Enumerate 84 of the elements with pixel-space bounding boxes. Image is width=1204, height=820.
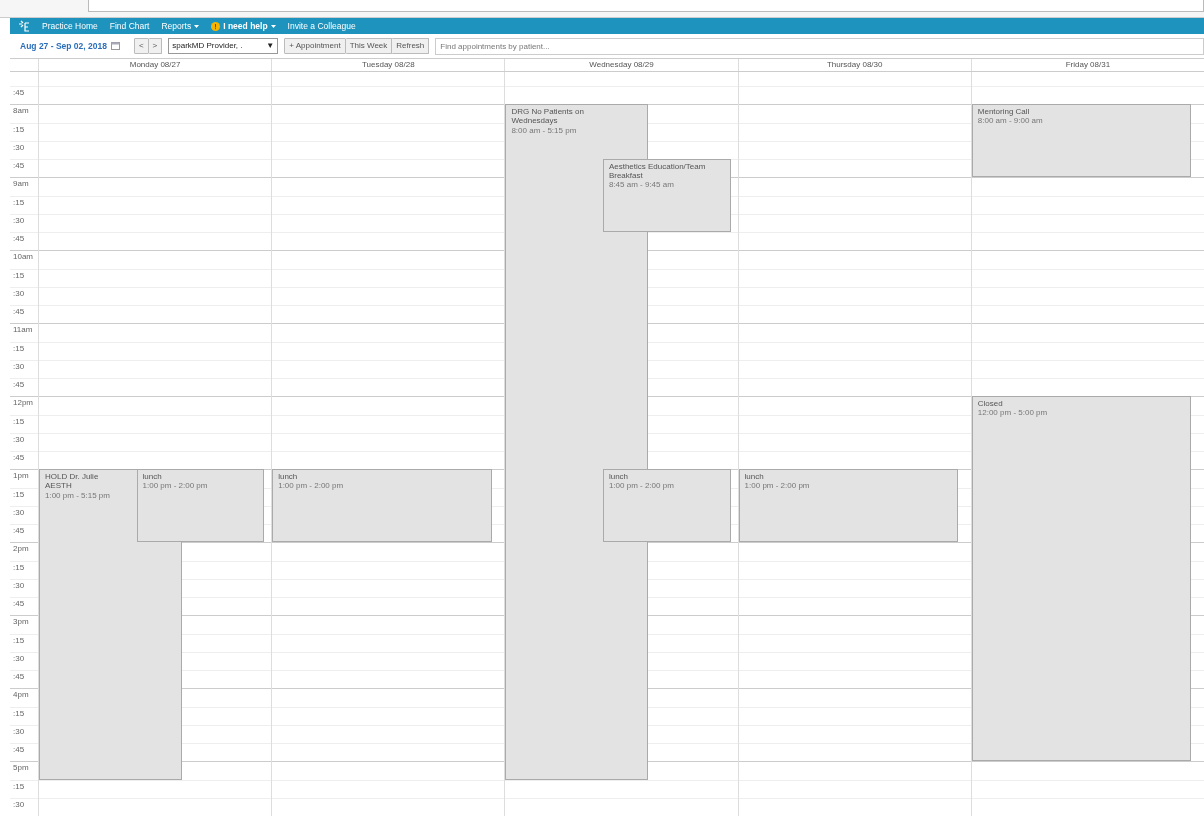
- event-time: 8:00 am - 5:15 pm: [511, 125, 577, 135]
- nav-link[interactable]: Practice Home: [42, 19, 98, 33]
- event-time: 1:00 pm - 2:00 pm: [278, 481, 344, 491]
- time-label: :30: [10, 651, 38, 670]
- event-time: 1:00 pm - 2:00 pm: [744, 481, 810, 491]
- time-label: 1pm: [10, 469, 38, 488]
- time-label: :45: [10, 743, 38, 762]
- time-label: 3pm: [10, 615, 38, 634]
- time-label: :30: [10, 359, 38, 378]
- time-label: :15: [10, 487, 38, 506]
- day-header: Tuesday 08/28: [271, 59, 505, 71]
- add-appointment-button[interactable]: + Appointment: [284, 37, 346, 55]
- calendar-event[interactable]: Aesthetics Education/Team Breakfast 8:45 am - 9:45 am: [602, 159, 731, 232]
- calendar-event[interactable]: lunch 1:00 pm - 2:00 pm: [136, 469, 265, 543]
- event-time: 12:00 pm - 5:00 pm: [977, 408, 1048, 418]
- day-header: Wednesday 08/29: [504, 59, 738, 71]
- time-label: 11am: [10, 323, 38, 342]
- calendar-event[interactable]: lunch 1:00 pm - 2:00 pm: [602, 469, 731, 543]
- time-label: 5pm: [10, 761, 38, 780]
- time-label: :45: [10, 159, 38, 178]
- day-header: Friday 08/31: [970, 59, 1204, 71]
- time-label: :15: [10, 706, 38, 725]
- event-time: 1:00 pm - 5:15 pm: [45, 490, 110, 500]
- time-label: 2pm: [10, 542, 38, 561]
- time-label: :30: [10, 797, 38, 816]
- calendar-event[interactable]: lunch 1:00 pm - 2:00 pm: [272, 469, 492, 543]
- caret-icon: [270, 24, 276, 28]
- event-title: Mentoring Call: [977, 107, 1030, 117]
- day-header: Thursday 08/30: [737, 59, 971, 71]
- nav-dropdown[interactable]: I need help: [211, 19, 276, 33]
- time-label: :30: [10, 578, 38, 597]
- time-label: :30: [10, 286, 38, 305]
- time-label: :45: [10, 86, 38, 105]
- address-field[interactable]: [88, 0, 1204, 12]
- time-label: :15: [10, 195, 38, 214]
- nav-dropdown[interactable]: Reports: [161, 19, 200, 33]
- provider-select[interactable]: sparkMD Provider, . ▼: [168, 38, 279, 54]
- refresh-button[interactable]: Refresh: [392, 37, 430, 55]
- calendar-event[interactable]: Mentoring Call 8:00 am - 9:00 am: [971, 104, 1192, 178]
- time-label: :45: [10, 378, 38, 397]
- event-title: Closed: [977, 399, 1003, 409]
- time-label: 4pm: [10, 688, 38, 707]
- warning-icon: [211, 21, 221, 31]
- time-label: 10am: [10, 250, 38, 269]
- date-range-link[interactable]: Aug 27 - Sep 02, 2018: [20, 39, 120, 53]
- time-label: :15: [10, 268, 38, 287]
- time-label: :45: [10, 670, 38, 689]
- time-label: :30: [10, 505, 38, 524]
- event-time: 8:00 am - 9:00 am: [977, 116, 1043, 126]
- search-field[interactable]: Find appointments by patient...: [435, 37, 1204, 55]
- time-label: :45: [10, 305, 38, 324]
- time-label: 9am: [10, 177, 38, 196]
- time-label: :30: [10, 213, 38, 232]
- calendar-event[interactable]: lunch 1:00 pm - 2:00 pm: [738, 469, 959, 543]
- event-title: lunch: [744, 472, 764, 482]
- caret-icon: [194, 24, 200, 28]
- calendar-icon: [110, 42, 120, 50]
- event-title: HOLD Dr. Julie AESTH: [45, 472, 100, 491]
- time-label: :45: [10, 232, 38, 251]
- time-label: :45: [10, 524, 38, 543]
- time-label: :15: [10, 414, 38, 433]
- time-label: :15: [10, 633, 38, 652]
- logo-icon: [18, 20, 30, 32]
- nav-link[interactable]: Find Chart: [109, 19, 150, 33]
- time-label: :15: [10, 122, 38, 141]
- time-label: :15: [10, 779, 38, 798]
- event-title: lunch: [142, 472, 162, 482]
- this-week-button[interactable]: This Week: [345, 37, 393, 55]
- time-label: :45: [10, 451, 38, 470]
- time-label: :30: [10, 432, 38, 451]
- event-title: lunch: [278, 472, 298, 482]
- time-label: :30: [10, 724, 38, 743]
- event-title: lunch: [608, 472, 629, 482]
- time-label: :15: [10, 560, 38, 579]
- time-label: 12pm: [10, 396, 38, 415]
- time-label: :45: [10, 597, 38, 616]
- event-title: DRG No Patients on Wednesdays: [511, 107, 585, 126]
- previous-button[interactable]: <: [133, 37, 149, 55]
- nav-link[interactable]: Invite a Colleague: [287, 19, 356, 33]
- calendar-event[interactable]: Closed 12:00 pm - 5:00 pm: [971, 396, 1192, 762]
- time-label: 8am: [10, 104, 38, 123]
- time-label: :30: [10, 140, 38, 159]
- day-header: Monday 08/27: [38, 59, 272, 71]
- time-label: :15: [10, 341, 38, 360]
